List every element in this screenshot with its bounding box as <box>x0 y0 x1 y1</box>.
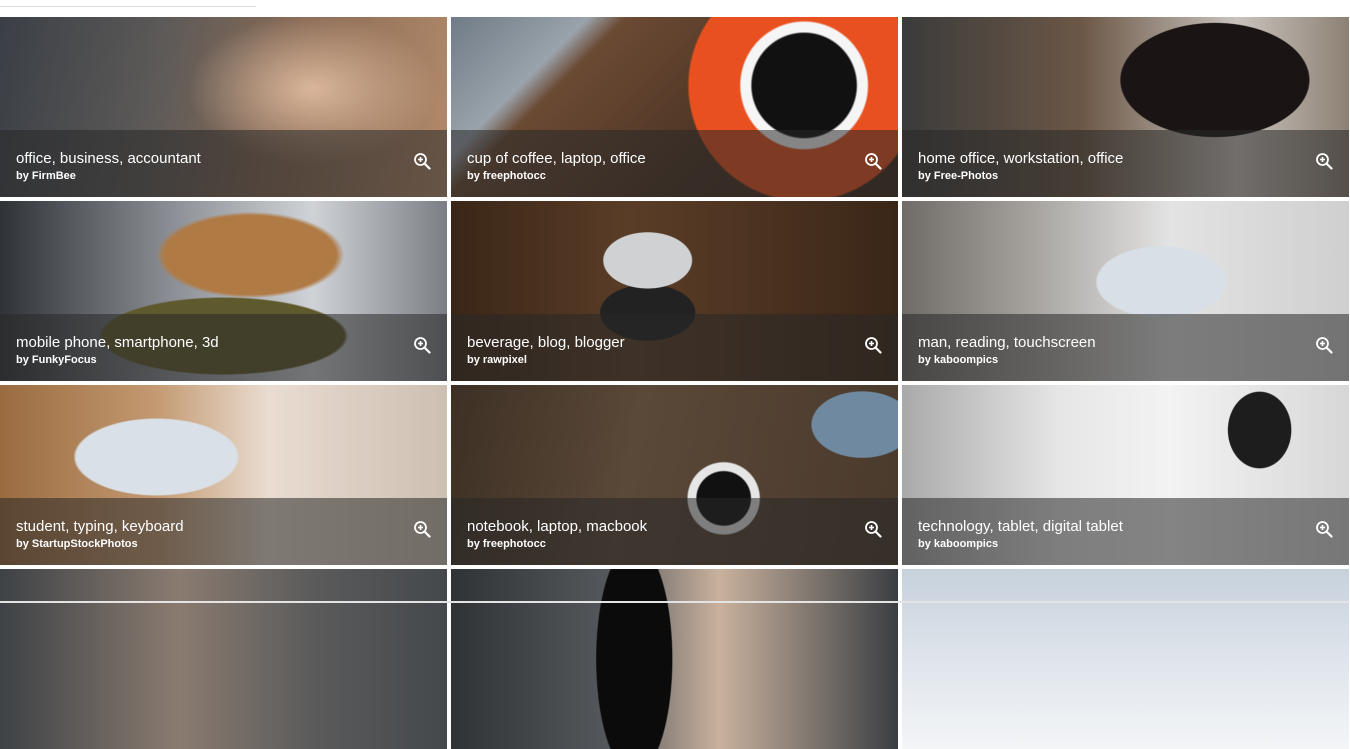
tile-tags[interactable]: office, business, accountant <box>16 150 201 167</box>
tile-author[interactable]: by FirmBee <box>16 170 76 182</box>
gallery-tile[interactable]: man, reading, touchscreen by kaboompics <box>902 201 1349 381</box>
gallery-tile[interactable]: student, typing, keyboard by StartupStoc… <box>0 385 447 565</box>
zoom-in-icon[interactable] <box>864 520 882 538</box>
tile-author[interactable]: by rawpixel <box>467 354 527 366</box>
tile-author[interactable]: by freephotocc <box>467 170 546 182</box>
tile-author[interactable]: by kaboompics <box>918 538 998 550</box>
gallery-tile[interactable]: beverage, blog, blogger by rawpixel <box>451 201 898 381</box>
tile-tags[interactable]: notebook, laptop, macbook <box>467 518 647 535</box>
zoom-in-icon[interactable] <box>413 336 431 354</box>
zoom-in-icon[interactable] <box>864 336 882 354</box>
gallery-tile[interactable]: cup of coffee, laptop, office by freepho… <box>451 17 898 197</box>
gallery-tile[interactable]: notebook, laptop, macbook by freephotocc <box>451 385 898 565</box>
gallery-tile[interactable]: mobile phone, smartphone, 3d by FunkyFoc… <box>0 201 447 381</box>
top-divider <box>0 6 256 7</box>
gallery-tile-partial[interactable] <box>902 569 1349 749</box>
tile-caption: mobile phone, smartphone, 3d by FunkyFoc… <box>0 314 447 381</box>
zoom-in-icon[interactable] <box>1315 336 1333 354</box>
gallery-tile[interactable]: technology, tablet, digital tablet by ka… <box>902 385 1349 565</box>
zoom-in-icon[interactable] <box>864 152 882 170</box>
tile-caption: notebook, laptop, macbook by freephotocc <box>451 498 898 565</box>
tile-caption: beverage, blog, blogger by rawpixel <box>451 314 898 381</box>
tile-author[interactable]: by kaboompics <box>918 354 998 366</box>
tile-tags[interactable]: man, reading, touchscreen <box>918 334 1096 351</box>
tile-tags[interactable]: student, typing, keyboard <box>16 518 184 535</box>
tile-tags[interactable]: home office, workstation, office <box>918 150 1123 167</box>
zoom-in-icon[interactable] <box>1315 520 1333 538</box>
tile-tags[interactable]: beverage, blog, blogger <box>467 334 625 351</box>
tile-caption: cup of coffee, laptop, office by freepho… <box>451 130 898 197</box>
tile-caption: home office, workstation, office by Free… <box>902 130 1349 197</box>
tile-author[interactable]: by FunkyFocus <box>16 354 97 366</box>
tile-tags[interactable]: technology, tablet, digital tablet <box>918 518 1123 535</box>
tile-author[interactable]: by Free-Photos <box>918 170 998 182</box>
photo[interactable] <box>902 569 1349 749</box>
tile-author[interactable]: by freephotocc <box>467 538 546 550</box>
gallery-tile-partial[interactable] <box>451 569 898 749</box>
zoom-in-icon[interactable] <box>413 520 431 538</box>
gallery-tile-partial[interactable] <box>0 569 447 749</box>
tile-author[interactable]: by StartupStockPhotos <box>16 538 138 550</box>
photo[interactable] <box>451 569 898 749</box>
photo[interactable] <box>0 569 447 749</box>
zoom-in-icon[interactable] <box>1315 152 1333 170</box>
tile-caption: student, typing, keyboard by StartupStoc… <box>0 498 447 565</box>
image-gallery: office, business, accountant by FirmBee … <box>0 17 1349 749</box>
tile-tags[interactable]: mobile phone, smartphone, 3d <box>16 334 219 351</box>
tile-caption: man, reading, touchscreen by kaboompics <box>902 314 1349 381</box>
gallery-tile[interactable]: office, business, accountant by FirmBee <box>0 17 447 197</box>
gallery-tile[interactable]: home office, workstation, office by Free… <box>902 17 1349 197</box>
tile-tags[interactable]: cup of coffee, laptop, office <box>467 150 646 167</box>
tile-caption: office, business, accountant by FirmBee <box>0 130 447 197</box>
tile-caption: technology, tablet, digital tablet by ka… <box>902 498 1349 565</box>
zoom-in-icon[interactable] <box>413 152 431 170</box>
